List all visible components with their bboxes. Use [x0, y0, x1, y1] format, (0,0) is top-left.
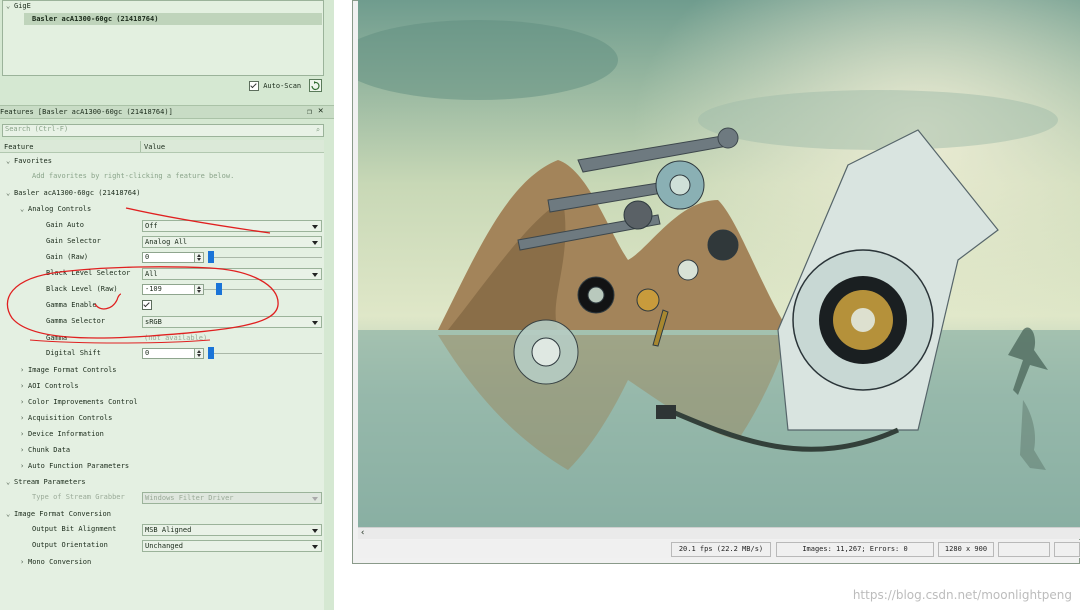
group-image-format-controls[interactable]: › Image Format Controls	[20, 366, 117, 374]
device-features-panel: ⌄ GigE Basler acA1300-60gc (21418764) Aut…	[0, 0, 334, 610]
label-output-bit-alignment: Output Bit Alignment	[32, 525, 117, 533]
chevron-right-icon[interactable]: ›	[20, 558, 28, 566]
watermark: https://blog.csdn.net/moonlightpeng	[852, 588, 1072, 602]
chevron-down-icon[interactable]: ⌄	[6, 478, 14, 486]
status-cell-empty-2	[1054, 542, 1080, 557]
group-stream-parameters[interactable]: ⌄ Stream Parameters	[6, 478, 86, 486]
group-color-improvements[interactable]: › Color Improvements Control	[20, 398, 138, 406]
stream-grabber-select: Windows Filter Driver	[142, 492, 322, 504]
group-aoi-controls[interactable]: › AOI Controls	[20, 382, 79, 390]
image-count: Images: 11,267; Errors: 0	[776, 542, 934, 557]
chevron-right-icon[interactable]: ›	[20, 382, 28, 390]
chevron-right-icon[interactable]: ›	[20, 366, 28, 374]
chevron-down-icon	[312, 545, 318, 549]
chevron-right-icon[interactable]: ›	[20, 462, 28, 470]
label-stream-grabber: Type of Stream Grabber	[32, 493, 125, 501]
horizontal-scrollbar[interactable]: ‹	[358, 527, 1080, 539]
group-image-format-conversion[interactable]: ⌄ Image Format Conversion	[6, 510, 111, 518]
group-acquisition-controls[interactable]: › Acquisition Controls	[20, 414, 112, 422]
output-orientation-select[interactable]: Unchanged	[142, 540, 322, 552]
group-device-information[interactable]: › Device Information	[20, 430, 104, 438]
group-mono-conversion[interactable]: › Mono Conversion	[20, 558, 91, 566]
fps-readout: 20.1 fps (22.2 MB/s)	[671, 542, 771, 557]
chevron-down-icon	[312, 497, 318, 501]
group-chunk-data[interactable]: › Chunk Data	[20, 446, 70, 454]
chevron-down-icon[interactable]: ⌄	[6, 510, 14, 518]
chevron-right-icon[interactable]: ›	[20, 414, 28, 422]
chevron-right-icon[interactable]: ›	[20, 398, 28, 406]
chevron-down-icon	[312, 529, 318, 533]
resolution: 1280 x 900	[938, 542, 994, 557]
camera-image-view[interactable]	[358, 0, 1080, 527]
status-cell-empty	[998, 542, 1050, 557]
label-output-orientation: Output Orientation	[32, 541, 108, 549]
status-bar: 20.1 fps (22.2 MB/s) Images: 11,267; Err…	[358, 540, 1080, 558]
chevron-right-icon[interactable]: ›	[20, 446, 28, 454]
group-auto-function-parameters[interactable]: › Auto Function Parameters	[20, 462, 129, 470]
camera-frame-image	[358, 0, 1080, 527]
annotation-overlay	[6, 207, 279, 344]
output-bit-alignment-select[interactable]: MSB Aligned	[142, 524, 322, 536]
chevron-right-icon[interactable]: ›	[20, 430, 28, 438]
scroll-left-icon[interactable]: ‹	[360, 528, 365, 538]
